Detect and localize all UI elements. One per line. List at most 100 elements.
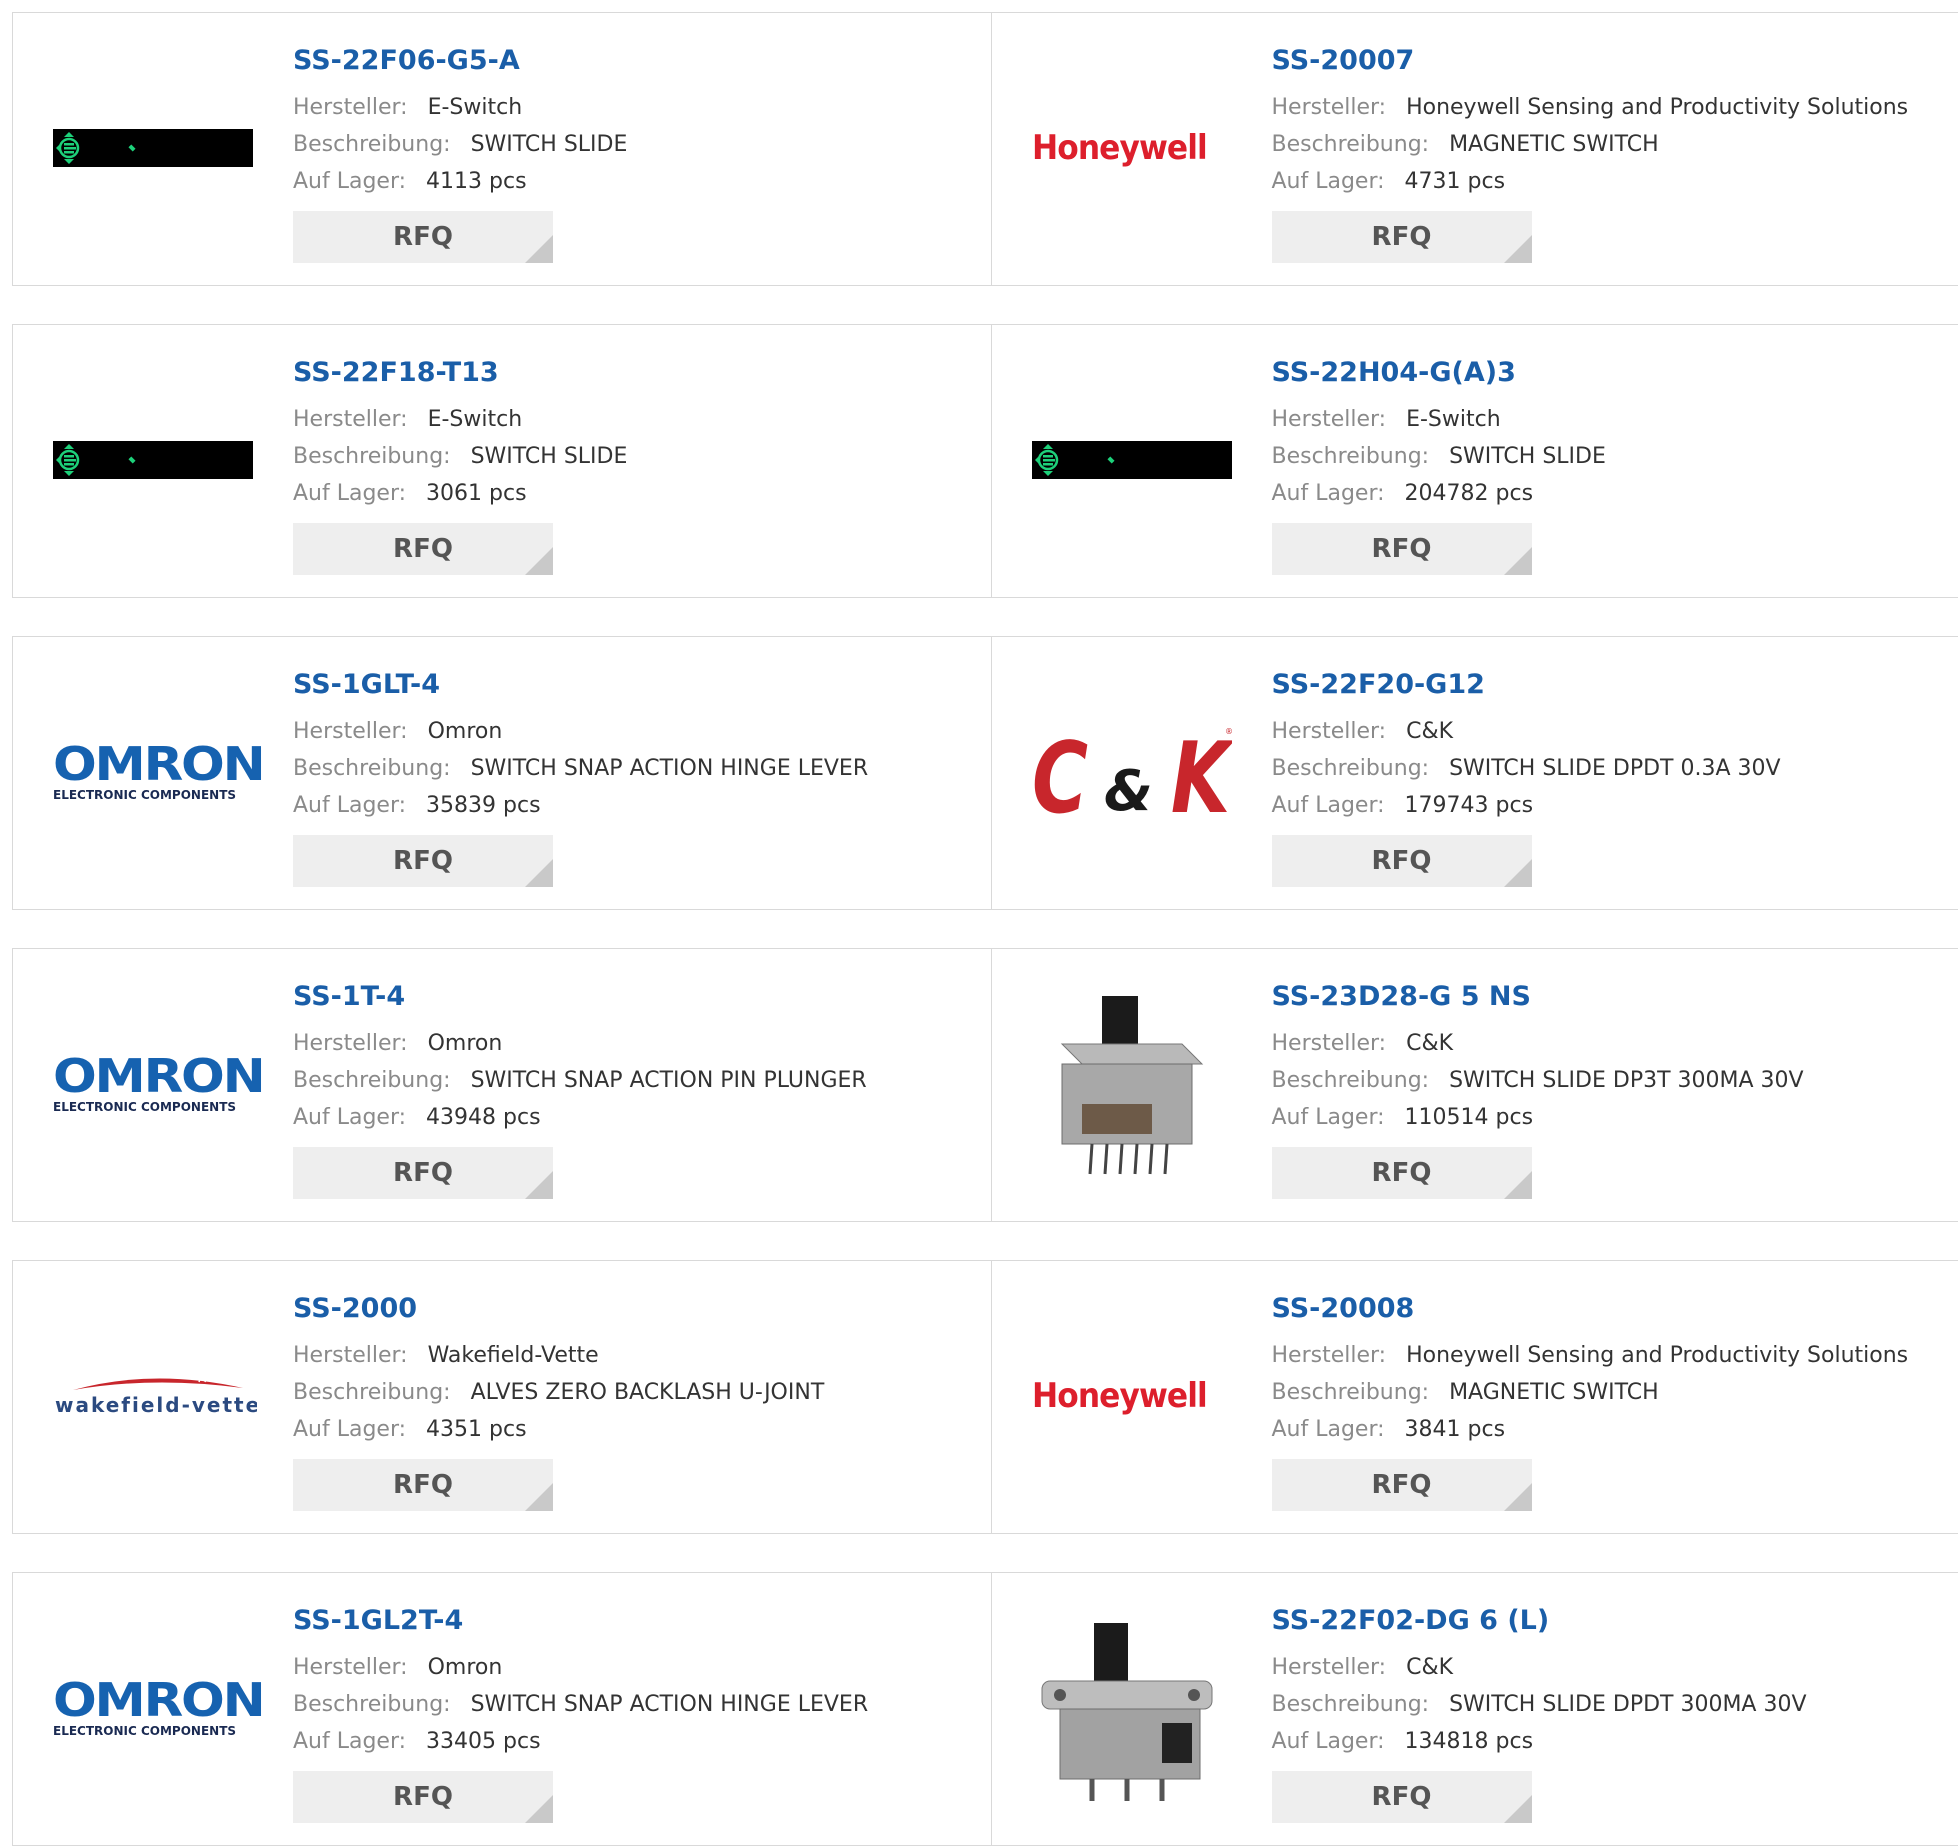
part-number-link[interactable]: SS-20007	[1272, 43, 1909, 79]
manufacturer-line: Hersteller:C&K	[1272, 713, 1781, 750]
stock-line: Auf Lager:4113 pcs	[293, 163, 627, 200]
stock-label: Auf Lager:	[1272, 793, 1385, 818]
stock-line: Auf Lager:35839 pcs	[293, 787, 868, 824]
stock-label: Auf Lager:	[293, 1729, 406, 1754]
stock-line: Auf Lager:4351 pcs	[293, 1411, 824, 1448]
stock-value: 43948 pcs	[426, 1105, 541, 1130]
rfq-button[interactable]: RFQ	[1272, 835, 1532, 887]
rfq-button[interactable]: RFQ	[293, 211, 553, 263]
manufacturer-line: Hersteller: C&K	[1272, 1649, 1807, 1686]
rfq-button[interactable]: RFQ	[293, 523, 553, 575]
product-info: SS-1T-4Hersteller:OmronBeschreibung:SWIT…	[293, 979, 867, 1199]
part-number-link[interactable]: SS-22F06-G5-A	[293, 43, 627, 79]
svg-text:C: C	[1032, 722, 1088, 822]
product-info: SS-20007 Hersteller:Honeywell Sensing and…	[1272, 43, 1909, 263]
rfq-button-label: RFQ	[393, 1158, 453, 1188]
product-info: SS-23D28-G 5 NSHersteller:C&KBeschreibun…	[1272, 979, 1804, 1199]
rfq-button-label: RFQ	[1372, 846, 1432, 876]
manufacturer-line: Hersteller:Honeywell Sensing and Product…	[1272, 89, 1909, 126]
corner-triangle-icon	[1504, 859, 1532, 887]
product-info: SS-22F02-DG 6 (L) Hersteller: C&K Beschreib…	[1272, 1603, 1807, 1823]
stock-label: Auf Lager:	[1272, 1105, 1385, 1130]
stock-line: Auf Lager:3841 pcs	[1272, 1411, 1909, 1448]
description-value: SWITCH SLIDE DPDT 0.3A 30V	[1449, 756, 1780, 781]
manufacturer-label: Hersteller:	[293, 719, 408, 744]
product-info: SS-1GL2T-4 Hersteller:OmronBeschreibung:S…	[293, 1603, 868, 1823]
manufacturer-label: Hersteller:	[1272, 1031, 1387, 1056]
rfq-button[interactable]: RFQ	[1272, 1147, 1532, 1199]
manufacturer-label: Hersteller:	[1272, 95, 1387, 120]
manufacturer-logo-slot: OMRONELECTRONIC COMPONENTS	[53, 732, 253, 812]
stock-line: Auf Lager:134818 pcs	[1272, 1723, 1807, 1760]
product-row: OMRONELECTRONIC COMPONENTS SS-1GLT-4 Herst…	[12, 636, 1958, 910]
rfq-button-label: RFQ	[1372, 1158, 1432, 1188]
description-line: Beschreibung:SWITCH SNAP ACTION HINGE LE…	[293, 750, 868, 787]
product-info: SS-22F18-T13Hersteller:E-SwitchBeschreib…	[293, 355, 627, 575]
description-label: Beschreibung:	[1272, 1692, 1430, 1717]
stock-value: 110514 pcs	[1405, 1105, 1534, 1130]
part-number-link[interactable]: SS-1T-4	[293, 979, 867, 1015]
description-line: Beschreibung:ALVES ZERO BACKLASH U-JOINT	[293, 1374, 824, 1411]
stock-line: Auf Lager: 179743 pcs	[1272, 787, 1781, 824]
part-number-link[interactable]: SS-20008	[1272, 1291, 1909, 1327]
part-number-link[interactable]: SS-1GL2T-4	[293, 1603, 868, 1639]
part-number-link[interactable]: SS-22F02-DG 6 (L)	[1272, 1603, 1807, 1639]
rfq-button[interactable]: RFQ	[1272, 211, 1532, 263]
part-number-link[interactable]: SS-22F18-T13	[293, 355, 627, 391]
omron-logo: OMRONELECTRONIC COMPONENTS	[53, 742, 241, 802]
rfq-button[interactable]: RFQ	[1272, 1771, 1532, 1823]
rfq-button[interactable]: RFQ	[293, 1459, 553, 1511]
part-number-link[interactable]: SS-22H04-G(A)3	[1272, 355, 1606, 391]
stock-value: 33405 pcs	[426, 1729, 541, 1754]
product-card: C&K® SS-22F20-G12 Hersteller:C&K Beschreibu…	[991, 637, 1958, 909]
product-card: OMRONELECTRONIC COMPONENTS SS-1T-4Herstel…	[13, 949, 991, 1221]
manufacturer-label: Hersteller:	[1272, 1343, 1387, 1368]
stock-label: Auf Lager:	[1272, 1417, 1385, 1442]
stock-label: Auf Lager:	[1272, 481, 1385, 506]
stock-value: 179743 pcs	[1405, 793, 1534, 818]
manufacturer-logo-slot: wakefield-vette	[53, 1356, 253, 1436]
rfq-button[interactable]: RFQ	[1272, 523, 1532, 575]
corner-triangle-icon	[525, 1483, 553, 1511]
corner-triangle-icon	[1504, 547, 1532, 575]
part-number-link[interactable]: SS-1GLT-4	[293, 667, 868, 703]
description-line: Beschreibung:SWITCH SNAP ACTION HINGE LE…	[293, 1686, 868, 1723]
manufacturer-label: Hersteller:	[293, 1655, 408, 1680]
description-label: Beschreibung:	[293, 1068, 451, 1093]
ck-logo: C&K®	[1032, 722, 1232, 822]
product-card: SS-22F18-T13Hersteller:E-SwitchBeschreib…	[13, 325, 991, 597]
omron-logo: OMRONELECTRONIC COMPONENTS	[53, 1054, 241, 1114]
manufacturer-logo-slot	[1032, 984, 1232, 1184]
corner-triangle-icon	[525, 859, 553, 887]
e-switch-arrows-icon	[55, 443, 83, 477]
description-line: Beschreibung:SWITCH SLIDE DP3T 300MA 30V	[1272, 1062, 1804, 1099]
part-number-link[interactable]: SS-2000	[293, 1291, 824, 1327]
manufacturer-line: Hersteller:Omron	[293, 1649, 868, 1686]
honeywell-logo: Honeywell	[1032, 128, 1207, 168]
manufacturer-label: Hersteller:	[1272, 1655, 1387, 1680]
product-row: OMRONELECTRONIC COMPONENTSSS-1GL2T-4Hers…	[12, 1572, 1958, 1846]
part-number-link[interactable]: SS-22F20-G12	[1272, 667, 1781, 703]
rfq-button[interactable]: RFQ	[1272, 1459, 1532, 1511]
stock-line: Auf Lager:3061 pcs	[293, 475, 627, 512]
wakefield-vette-logo: wakefield-vette	[53, 1374, 257, 1418]
manufacturer-logo-slot	[1032, 420, 1232, 500]
rfq-button[interactable]: RFQ	[293, 835, 553, 887]
product-row: SS-22F06-G5-AHersteller:E-SwitchBeschrei…	[12, 12, 1958, 286]
product-card: SS-22F06-G5-AHersteller:E-SwitchBeschrei…	[13, 13, 991, 285]
manufacturer-value: C&K	[1406, 719, 1453, 744]
rfq-button[interactable]: RFQ	[293, 1147, 553, 1199]
stock-value: 204782 pcs	[1405, 481, 1534, 506]
corner-triangle-icon	[525, 1795, 553, 1823]
svg-text:K: K	[1170, 722, 1231, 822]
e-switch-logo	[53, 441, 253, 479]
part-number-link[interactable]: SS-23D28-G 5 NS	[1272, 979, 1804, 1015]
rfq-button[interactable]: RFQ	[293, 1771, 553, 1823]
rfq-button-label: RFQ	[393, 1470, 453, 1500]
description-label: Beschreibung:	[293, 1692, 451, 1717]
manufacturer-value: C&K	[1406, 1655, 1453, 1680]
description-label: Beschreibung:	[1272, 756, 1430, 781]
description-label: Beschreibung:	[1272, 1380, 1430, 1405]
e-switch-arrows-icon	[55, 131, 83, 165]
manufacturer-line: Hersteller:Omron	[293, 713, 868, 750]
